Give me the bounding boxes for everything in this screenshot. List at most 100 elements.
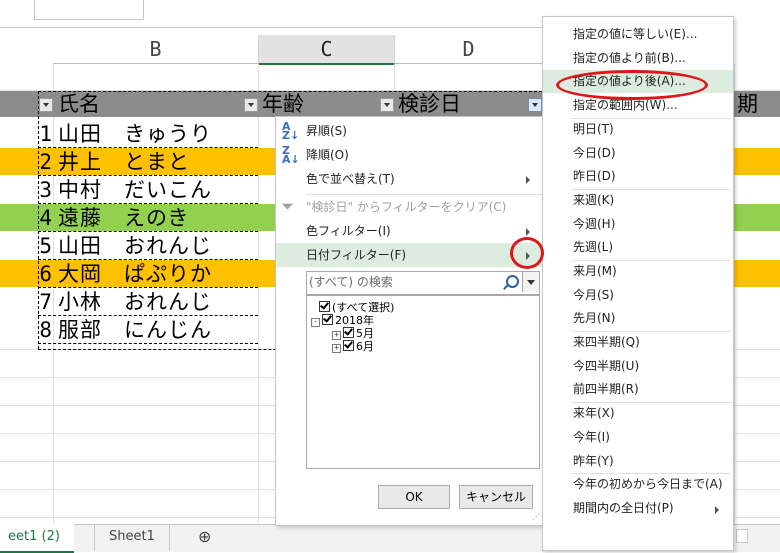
submenu-arrow-icon [526,228,530,236]
date-filter-option[interactable]: 今週(H) [543,213,733,236]
expand-icon[interactable]: + [332,331,341,340]
clear-filter-item[interactable]: ⏷ "検診日" からフィルターをクリア(C) [276,195,544,219]
date-filter-option-label: 今年(I) [573,430,610,444]
tree-item-month[interactable]: +6月 [332,340,374,353]
date-filter-option[interactable]: 先週(L) [543,236,733,259]
date-filter-option[interactable]: 昨日(D) [543,165,733,188]
sheet-tab-active[interactable]: eet1 (2) [0,524,74,553]
row-name-cell[interactable]: 山田 きゅうり [58,120,212,148]
expand-icon[interactable]: + [332,344,341,353]
date-filter-option-label: 来四半期(Q) [573,335,640,349]
ok-button[interactable]: OK [378,485,450,509]
search-dropdown-button[interactable] [522,272,539,292]
sort-by-color-item[interactable]: 色で並べ替え(T) [276,167,544,191]
collapse-icon[interactable]: - [311,318,320,327]
row-number: 3 [39,178,52,202]
date-filter-option[interactable]: 今年の初めから今日まで(A) [543,473,733,496]
column-header-c[interactable]: C [259,35,395,65]
filter-dropdown-button-active[interactable] [528,98,542,112]
date-filter-option[interactable]: 今年(I) [543,426,733,449]
date-filter-option[interactable]: 来週(K) [543,189,733,212]
date-filter-option[interactable]: 今月(S) [543,284,733,307]
filter-dropdown-button[interactable] [380,98,394,112]
submenu-arrow-icon [526,176,530,184]
date-filter-option-label: 今年の初めから今日まで(A) [573,477,723,491]
checkbox-checked-icon[interactable] [319,301,330,312]
filter-dropdown-button[interactable] [244,98,258,112]
resize-grip-icon[interactable]: ⋰ [532,513,540,521]
filter-search-input[interactable] [309,273,499,291]
formula-bar-fragment [0,27,542,28]
header-partial: 期 [737,92,758,116]
date-filter-option[interactable]: 今四半期(U) [543,355,733,378]
add-sheet-icon[interactable]: ⊕ [184,524,225,551]
date-filter-option-label: 指定の値に等しい(E)... [573,27,698,41]
date-filter-option-label: 昨年(Y) [573,454,614,468]
date-filter-option[interactable]: 明日(T) [543,118,733,141]
filter-dropdown-button[interactable] [39,98,53,112]
date-filter-option[interactable]: 指定の値より前(B)... [543,47,733,70]
date-filter-option[interactable]: 指定の値に等しい(E)... [543,23,733,46]
color-filter-item[interactable]: 色フィルター(I) [276,219,544,243]
date-filter-option[interactable]: 来四半期(Q) [543,331,733,354]
cancel-button[interactable]: キャンセル [459,485,533,509]
sheet-tab-sheet1[interactable]: Sheet1 [94,524,170,551]
row-number: 8 [39,318,52,342]
date-filter-option-label: 前四半期(R) [573,382,639,396]
date-filter-option[interactable]: 前四半期(R) [543,378,733,401]
filter-values-tree: (すべて選択) -2018年 +5月 +6月 [306,295,540,469]
checkbox-checked-icon[interactable] [322,314,333,325]
date-filter-option-label: 来週(K) [573,193,615,207]
sort-ascending-icon: A Z↓ [282,120,300,142]
sort-descending-item[interactable]: Z A↓ 降順(O) [276,143,544,167]
row-name-cell[interactable]: 遠藤 えのき [58,204,189,232]
date-filter-option[interactable]: 来月(M) [543,260,733,283]
date-filter-option[interactable]: 来年(X) [543,402,733,425]
date-filter-option-label: 今四半期(U) [573,359,640,373]
date-filter-option-label: 期間内の全日付(P) [573,501,674,515]
sort-descending-icon: Z A↓ [282,144,300,166]
date-filter-option[interactable]: 期間内の全日付(P) [543,497,733,520]
name-box-fragment[interactable] [34,0,144,20]
checkbox-checked-icon[interactable] [343,340,354,351]
date-filter-option-label: 来月(M) [573,264,617,278]
date-filter-option[interactable]: 今日(D) [543,142,733,165]
annotation-circle-after-item [556,70,708,100]
date-filter-item[interactable]: 日付フィルター(F) [276,243,544,267]
row-number: 4 [39,206,52,230]
date-filter-option[interactable]: 先月(N) [543,307,733,330]
header-name: 氏名 [58,92,100,116]
date-filter-option-label: 先月(N) [573,311,616,325]
row-name-cell[interactable]: 服部 にんじん [58,316,212,344]
date-filter-option-label: 今日(D) [573,146,616,160]
row-name-cell[interactable]: 中村 だいこん [58,176,212,204]
tree-item-year[interactable]: -2018年 [311,314,374,327]
date-filter-option[interactable]: 昨年(Y) [543,450,733,473]
column-header-d[interactable]: D [395,35,543,64]
clear-filter-icon: ⏷ [282,199,294,215]
row-name-cell[interactable]: 井上 とまと [58,148,190,176]
header-age: 年齢 [262,92,304,116]
date-filter-option-label: 今週(H) [573,217,616,231]
header-checkup-date: 検診日 [398,92,461,116]
date-filter-option-label: 今月(S) [573,288,614,302]
search-icon [506,275,519,288]
annotation-circle-date-filter-arrow [510,237,544,269]
row-number: 2 [39,150,52,174]
row-name-cell[interactable]: 山田 おれんじ [58,232,212,260]
column-header-b[interactable]: B [53,35,259,64]
tree-item-select-all[interactable]: (すべて選択) [319,301,394,314]
row-name-cell[interactable]: 小林 おれんじ [58,288,212,316]
date-filter-option-label: 先週(L) [573,240,614,254]
checkbox-checked-icon[interactable] [343,327,354,338]
horizontal-scroll-arrow[interactable] [736,529,748,543]
date-filter-option-label: 昨日(D) [573,169,616,183]
date-filter-option-label: 明日(T) [573,122,614,136]
autofilter-menu: A Z↓ 昇順(S) Z A↓ 降順(O) 色で並べ替え(T) ⏷ "検診日" から… [275,116,545,526]
sort-ascending-item[interactable]: A Z↓ 昇順(S) [276,119,544,143]
row-name-cell[interactable]: 大岡 ぱぷりか [58,260,212,288]
date-filter-option-label: 来年(X) [573,406,615,420]
filter-search-box[interactable] [306,271,540,295]
tree-item-month[interactable]: +5月 [332,327,374,340]
date-filter-option-label: 指定の値より前(B)... [573,51,686,65]
